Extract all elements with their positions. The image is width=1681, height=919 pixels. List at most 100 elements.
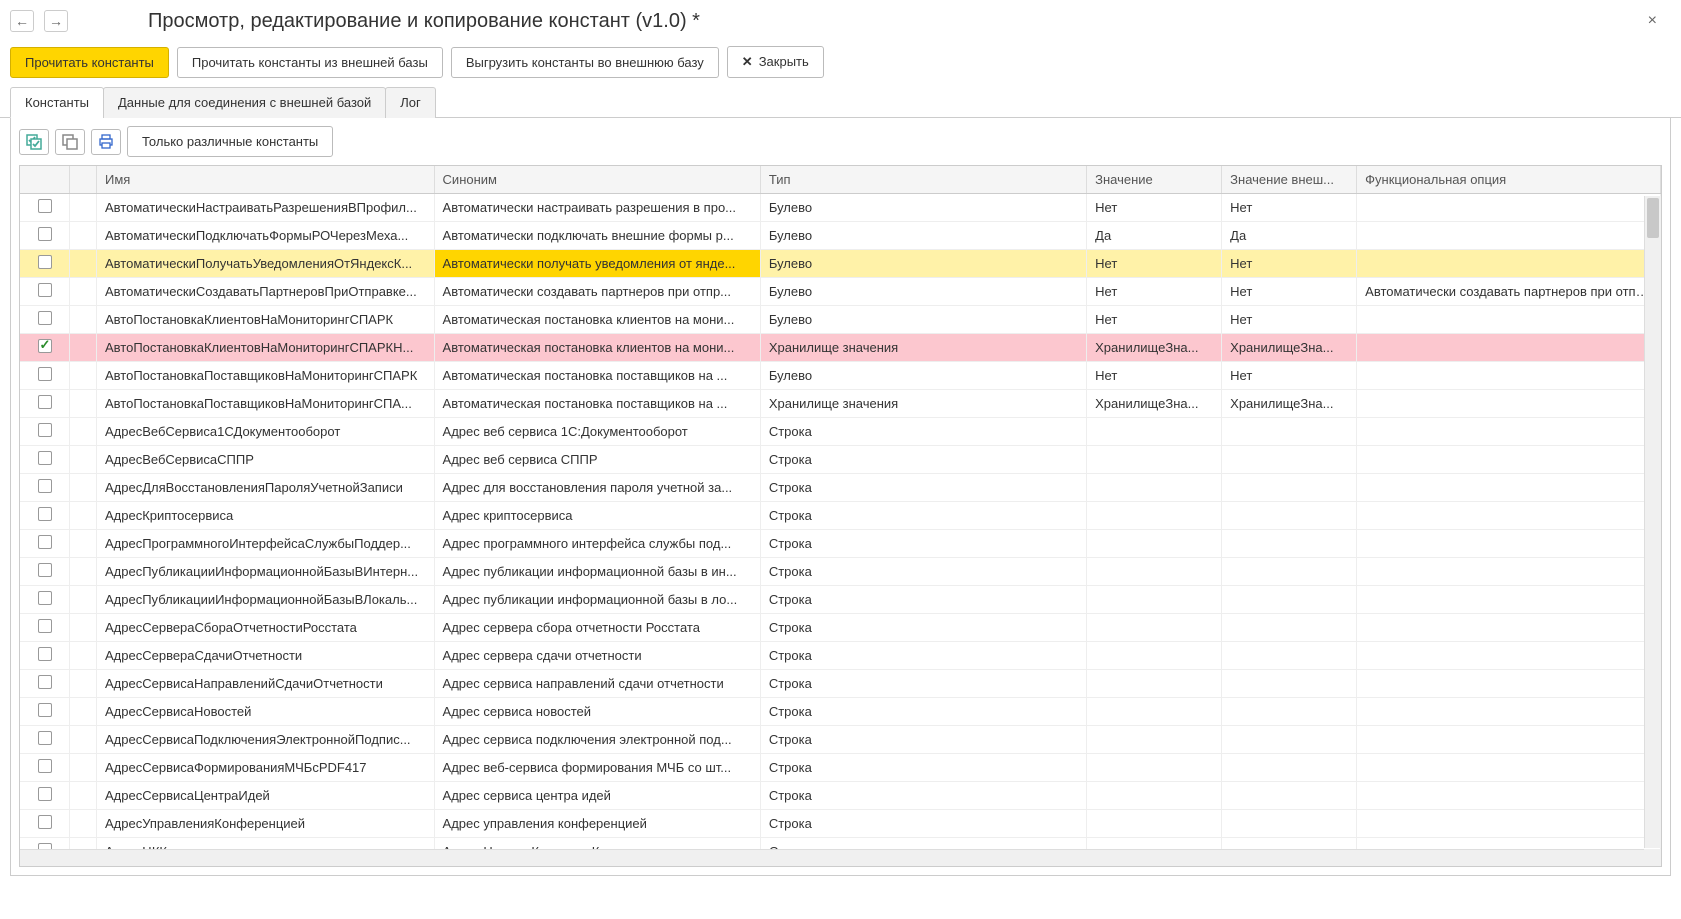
cell-func[interactable] bbox=[1357, 698, 1661, 726]
row-checkbox[interactable] bbox=[38, 395, 52, 409]
cell-func[interactable] bbox=[1357, 222, 1661, 250]
cell-name[interactable]: АдресПрограммногоИнтерфейсаСлужбыПоддер.… bbox=[97, 530, 435, 558]
cell-name[interactable]: АдресВебСервисаСППР bbox=[97, 446, 435, 474]
cell-ext-value[interactable]: Нет bbox=[1222, 194, 1357, 222]
tab-2[interactable]: Лог bbox=[385, 87, 436, 118]
cell-value[interactable] bbox=[1087, 586, 1222, 614]
cell-ext-value[interactable] bbox=[1222, 614, 1357, 642]
row-checkbox-cell[interactable] bbox=[20, 558, 70, 586]
cell-name[interactable]: АдресСервисаФормированияМЧБсPDF417 bbox=[97, 754, 435, 782]
cell-func[interactable] bbox=[1357, 306, 1661, 334]
cell-ext-value[interactable]: Да bbox=[1222, 222, 1357, 250]
cell-type[interactable]: Строка bbox=[760, 502, 1086, 530]
row-checkbox-cell[interactable] bbox=[20, 698, 70, 726]
cell-synonym[interactable]: Адрес веб сервиса СППР bbox=[434, 446, 760, 474]
table-row[interactable]: АвтоПостановкаКлиентовНаМониторингСПАРКН… bbox=[20, 334, 1661, 362]
row-checkbox-cell[interactable] bbox=[20, 782, 70, 810]
cell-synonym[interactable]: Автоматически подключать внешние формы р… bbox=[434, 222, 760, 250]
cell-type[interactable]: Булево bbox=[760, 362, 1086, 390]
row-checkbox-cell[interactable] bbox=[20, 446, 70, 474]
row-checkbox[interactable] bbox=[38, 619, 52, 633]
row-checkbox-cell[interactable] bbox=[20, 278, 70, 306]
table-row[interactable]: АдресСервисаНаправленийСдачиОтчетностиАд… bbox=[20, 670, 1661, 698]
cell-ext-value[interactable] bbox=[1222, 810, 1357, 838]
nav-back-button[interactable]: ← bbox=[10, 10, 34, 32]
cell-ext-value[interactable] bbox=[1222, 670, 1357, 698]
table-scroll[interactable]: Имя Синоним Тип Значение Значение внеш..… bbox=[20, 166, 1661, 866]
row-checkbox[interactable] bbox=[38, 787, 52, 801]
cell-ext-value[interactable]: ХранилищеЗна... bbox=[1222, 334, 1357, 362]
header-close-button[interactable]: × bbox=[1640, 8, 1665, 34]
table-row[interactable]: АдресПубликацииИнформационнойБазыВЛокаль… bbox=[20, 586, 1661, 614]
row-checkbox[interactable] bbox=[38, 283, 52, 297]
cell-synonym[interactable]: Адрес публикации информационной базы в и… bbox=[434, 558, 760, 586]
cell-value[interactable] bbox=[1087, 614, 1222, 642]
cell-func[interactable] bbox=[1357, 446, 1661, 474]
cell-synonym[interactable]: Автоматически получать уведомления от ян… bbox=[434, 250, 760, 278]
cell-ext-value[interactable] bbox=[1222, 782, 1357, 810]
cell-type[interactable]: Строка bbox=[760, 670, 1086, 698]
cell-value[interactable]: Нет bbox=[1087, 362, 1222, 390]
cell-value[interactable] bbox=[1087, 754, 1222, 782]
cell-type[interactable]: Строка bbox=[760, 782, 1086, 810]
table-row[interactable]: АдресСервисаЦентраИдейАдрес сервиса цент… bbox=[20, 782, 1661, 810]
cell-value[interactable] bbox=[1087, 446, 1222, 474]
cell-name[interactable]: АдресКриптосервиса bbox=[97, 502, 435, 530]
cell-synonym[interactable]: Адрес публикации информационной базы в л… bbox=[434, 586, 760, 614]
cell-value[interactable]: Нет bbox=[1087, 250, 1222, 278]
row-checkbox-cell[interactable] bbox=[20, 222, 70, 250]
cell-synonym[interactable]: Автоматическая постановка клиентов на мо… bbox=[434, 306, 760, 334]
cell-synonym[interactable]: Автоматически создавать партнеров при от… bbox=[434, 278, 760, 306]
table-row[interactable]: АдресДляВосстановленияПароляУчетнойЗапис… bbox=[20, 474, 1661, 502]
cell-ext-value[interactable] bbox=[1222, 418, 1357, 446]
cell-func[interactable] bbox=[1357, 754, 1661, 782]
uncheck-all-button[interactable] bbox=[55, 129, 85, 155]
cell-synonym[interactable]: Адрес сервиса направлений сдачи отчетнос… bbox=[434, 670, 760, 698]
table-row[interactable]: АдресПубликацииИнформационнойБазыВИнтерн… bbox=[20, 558, 1661, 586]
cell-synonym[interactable]: Автоматическая постановка поставщиков на… bbox=[434, 390, 760, 418]
row-checkbox[interactable] bbox=[38, 759, 52, 773]
cell-value[interactable]: Нет bbox=[1087, 306, 1222, 334]
cell-name[interactable]: АдресУправленияКонференцией bbox=[97, 810, 435, 838]
cell-ext-value[interactable]: ХранилищеЗна... bbox=[1222, 390, 1357, 418]
cell-name[interactable]: АдресПубликацииИнформационнойБазыВЛокаль… bbox=[97, 586, 435, 614]
table-row[interactable]: АвтоПостановкаПоставщиковНаМониторингСПА… bbox=[20, 390, 1661, 418]
cell-func[interactable] bbox=[1357, 250, 1661, 278]
row-checkbox-cell[interactable] bbox=[20, 306, 70, 334]
cell-name[interactable]: АвтоматическиСоздаватьПартнеровПриОтправ… bbox=[97, 278, 435, 306]
cell-type[interactable]: Строка bbox=[760, 586, 1086, 614]
cell-ext-value[interactable] bbox=[1222, 502, 1357, 530]
table-row[interactable]: АвтоматическиНастраиватьРазрешенияВПрофи… bbox=[20, 194, 1661, 222]
cell-synonym[interactable]: Адрес сервера сдачи отчетности bbox=[434, 642, 760, 670]
cell-func[interactable] bbox=[1357, 418, 1661, 446]
cell-synonym[interactable]: Адрес сервера сбора отчетности Росстата bbox=[434, 614, 760, 642]
cell-type[interactable]: Строка bbox=[760, 614, 1086, 642]
cell-func[interactable] bbox=[1357, 502, 1661, 530]
cell-name[interactable]: АдресСервераСдачиОтчетности bbox=[97, 642, 435, 670]
row-checkbox-cell[interactable] bbox=[20, 390, 70, 418]
cell-type[interactable]: Булево bbox=[760, 250, 1086, 278]
cell-ext-value[interactable] bbox=[1222, 726, 1357, 754]
table-row[interactable]: АдресСервераСдачиОтчетностиАдрес сервера… bbox=[20, 642, 1661, 670]
cell-type[interactable]: Строка bbox=[760, 474, 1086, 502]
cell-name[interactable]: АдресСервисаНовостей bbox=[97, 698, 435, 726]
row-checkbox[interactable] bbox=[38, 451, 52, 465]
col-spacer[interactable] bbox=[70, 166, 97, 194]
cell-name[interactable]: АвтоПостановкаПоставщиковНаМониторингСПА… bbox=[97, 390, 435, 418]
row-checkbox-cell[interactable] bbox=[20, 194, 70, 222]
table-row[interactable]: АдресУправленияКонференциейАдрес управле… bbox=[20, 810, 1661, 838]
cell-type[interactable]: Строка bbox=[760, 810, 1086, 838]
vertical-scrollbar-thumb[interactable] bbox=[1647, 198, 1659, 238]
cell-ext-value[interactable] bbox=[1222, 530, 1357, 558]
cell-ext-value[interactable]: Нет bbox=[1222, 250, 1357, 278]
table-row[interactable]: АдресВебСервисаСППРАдрес веб сервиса СПП… bbox=[20, 446, 1661, 474]
cell-func[interactable] bbox=[1357, 726, 1661, 754]
cell-value[interactable] bbox=[1087, 530, 1222, 558]
cell-type[interactable]: Строка bbox=[760, 754, 1086, 782]
cell-ext-value[interactable] bbox=[1222, 446, 1357, 474]
cell-func[interactable] bbox=[1357, 530, 1661, 558]
cell-func[interactable] bbox=[1357, 390, 1661, 418]
cell-func[interactable]: Автоматически создавать партнеров при от… bbox=[1357, 278, 1661, 306]
cell-name[interactable]: АдресСервисаНаправленийСдачиОтчетности bbox=[97, 670, 435, 698]
tab-0[interactable]: Константы bbox=[10, 87, 104, 118]
